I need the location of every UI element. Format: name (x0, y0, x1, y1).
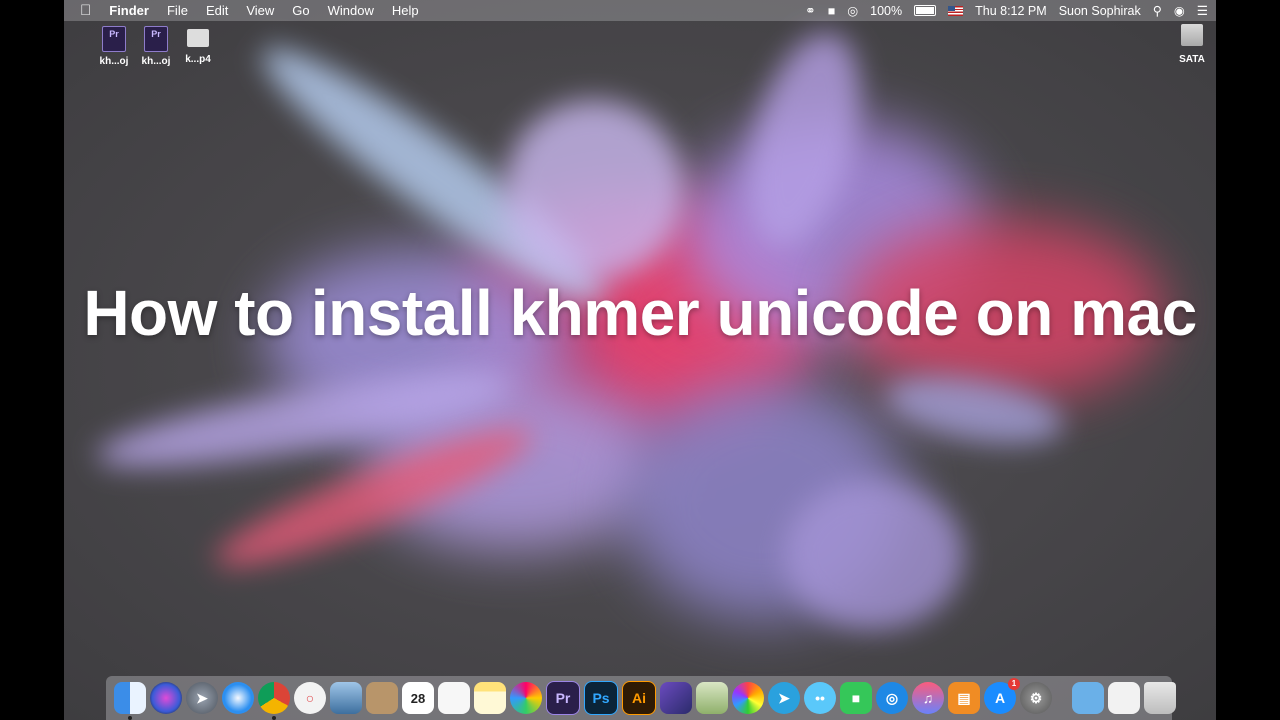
battery-fill (916, 7, 935, 14)
drive-label: SATA (1179, 54, 1205, 65)
desktop:  Finder File Edit View Go Window Help ⚭… (64, 0, 1216, 720)
qq-browser-icon[interactable]: ◎ (876, 682, 908, 714)
desktop-file-label: kh...oj (99, 56, 129, 67)
facetime-icon[interactable]: ■ (840, 682, 872, 714)
messages-icon[interactable]: •• (804, 682, 836, 714)
notes-icon[interactable] (474, 682, 506, 714)
photos-icon[interactable] (732, 682, 764, 714)
flag-canton (948, 5, 956, 11)
wallpaper-streak (504, 100, 684, 280)
status-area: ⚭ ■ ◎ 100% Thu 8:12 PM Suon Sophirak ⚲ ◉… (805, 0, 1208, 21)
input-source-flag-icon[interactable] (948, 5, 964, 16)
battery-percent: 100% (870, 3, 903, 18)
menu-edit[interactable]: Edit (197, 3, 237, 18)
photos-app-icon[interactable] (510, 682, 542, 714)
calendar-icon[interactable]: 28 (402, 682, 434, 714)
chrome-icon[interactable] (258, 682, 290, 720)
video-file-icon (187, 29, 209, 47)
video-editor-icon[interactable] (660, 682, 692, 714)
desktop-file-label: k...p4 (185, 54, 211, 65)
trash-icon[interactable] (1144, 682, 1176, 714)
dock: ➤ ○ 28 Pr Ps Ai ➤ •• ■ ◎ ♫ ▤ A1 ⚙ (106, 676, 1176, 720)
app-store-icon[interactable]: A1 (984, 678, 1020, 714)
downloads-stack-icon[interactable] (1108, 682, 1140, 714)
wallpaper-streak (784, 480, 964, 630)
wifi-icon[interactable]: ◎ (847, 3, 858, 18)
launchpad-icon[interactable]: ➤ (186, 682, 218, 714)
contacts-icon[interactable] (366, 682, 398, 714)
illustrator-icon[interactable]: Ai (622, 681, 656, 715)
desktop-file-video[interactable]: k...p4 (176, 26, 220, 65)
notification-center-icon[interactable]: ☰ (1197, 3, 1208, 18)
system-preferences-icon[interactable]: ⚙ (1020, 682, 1052, 714)
hard-drive-icon (1181, 24, 1203, 46)
preview-icon[interactable] (330, 682, 362, 714)
premiere-file-icon: Pr (102, 26, 126, 52)
spotlight-search-icon[interactable]: ⚲ (1153, 3, 1162, 18)
siri-dock-icon[interactable] (150, 682, 182, 714)
ibooks-icon[interactable]: ▤ (948, 682, 980, 714)
desktop-file-premiere-project[interactable]: Pr kh...oj (92, 26, 136, 67)
menu-help[interactable]: Help (383, 3, 428, 18)
reminders-icon[interactable] (438, 682, 470, 714)
desktop-file-label: kh...oj (141, 56, 171, 67)
telegram-icon[interactable]: ➤ (768, 682, 800, 714)
applications-folder-icon[interactable] (1072, 682, 1104, 714)
itunes-icon[interactable]: ♫ (912, 682, 944, 714)
menu-bar:  Finder File Edit View Go Window Help ⚭… (64, 0, 1216, 21)
maps-icon[interactable] (696, 682, 728, 714)
running-indicator (128, 716, 132, 720)
apple-icon[interactable]:  (64, 2, 100, 19)
siri-icon[interactable]: ◉ (1174, 3, 1185, 18)
photoshop-icon[interactable]: Ps (584, 681, 618, 715)
vivaldi-icon[interactable]: ○ (294, 682, 326, 714)
safari-icon[interactable] (222, 682, 254, 714)
clock[interactable]: Thu 8:12 PM (975, 4, 1047, 18)
menu-view[interactable]: View (237, 3, 283, 18)
battery-icon[interactable] (914, 5, 937, 16)
desktop-file-premiere-project[interactable]: Pr kh...oj (134, 26, 178, 67)
menu-window[interactable]: Window (319, 3, 383, 18)
menu-go[interactable]: Go (283, 3, 318, 18)
running-indicator (272, 716, 276, 720)
user-name[interactable]: Suon Sophirak (1059, 4, 1141, 18)
desktop-drive-sata[interactable]: SATA (1170, 24, 1214, 65)
notification-icon[interactable]: ■ (828, 4, 836, 18)
video-title-overlay: How to install khmer unicode on mac (83, 277, 1197, 349)
menu-app-finder[interactable]: Finder (100, 3, 158, 18)
menu-file[interactable]: File (158, 3, 197, 18)
creative-cloud-icon[interactable]: ⚭ (805, 3, 815, 18)
finder-icon[interactable] (114, 682, 146, 720)
premiere-pro-icon[interactable]: Pr (546, 681, 580, 715)
premiere-file-icon: Pr (144, 26, 168, 52)
app-store-update-badge: 1 (1008, 678, 1020, 690)
